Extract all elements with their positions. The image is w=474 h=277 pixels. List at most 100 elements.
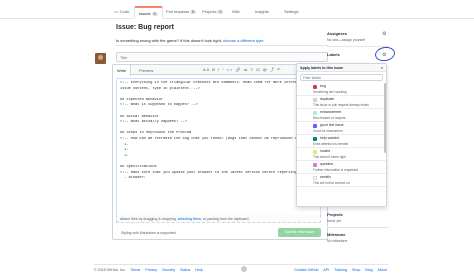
tab-projects-label: Projects [202,9,217,14]
footer-link-contact[interactable]: Contact GitHub [294,268,319,272]
attach-files-bar[interactable]: Attach files by dragging & dropping, sel… [116,215,321,223]
footer-link-training[interactable]: Training [334,268,347,272]
select-files-link[interactable]: selecting them [178,217,201,221]
label-color-swatch [313,150,317,154]
choose-type-link[interactable]: choose a different type. [223,38,265,43]
body-text-line: <!-- Everything in the triangular bracke… [120,81,317,85]
labels-menu-title: Apply labels to this issue [300,66,344,70]
sidebar-divider [327,227,389,228]
label-option[interactable]: good first issue Good for newcomers [297,122,386,135]
title-input[interactable]: Title [116,52,328,62]
filter-labels-input[interactable]: Filter labels [300,74,383,81]
footer-divider [94,264,388,265]
body-text-line: <!-- Make sure that you update your brow… [120,170,308,175]
body-text-line: <!-- How can we recreate the bug that yo… [120,136,317,141]
footer-link-about[interactable]: About [377,268,386,272]
repo-tabs: <> Code Issues 0 Pull requests 0 Projects 0… [0,6,474,19]
footer-link-blog[interactable]: Blog [365,268,372,272]
labels-list: bug Something isn't working duplicate This … [297,83,386,206]
copyright: © 2018 GitHub, Inc. [94,268,126,272]
label-option[interactable]: question Further information is requested [297,161,386,174]
sidebar-divider [327,46,389,47]
avatar [95,53,106,64]
label-option[interactable]: invalid This doesn't seem right [297,148,386,161]
label-description: Good for newcomers [313,129,343,133]
tab-write[interactable]: Write [113,65,132,76]
attach-text-suffix: , or pasting from the clipboard. [200,217,250,221]
label-name: enhancement [320,110,342,114]
label-option[interactable]: enhancement New feature or request [297,109,386,122]
tab-insights[interactable]: Insights [255,9,269,14]
tab-issues-label: Issues [139,11,151,16]
projects-value: None yet [327,219,342,223]
tab-projects-count: 0 [217,10,224,14]
footer-right: Contact GitHub API Training Shop Blog Ab… [294,268,391,272]
tab-pull-requests-label: Pull requests [166,9,190,14]
editor-tabs: Write Preview AA B I “ <> 🔗 ≔ ≡ ☑ @ ⤴ ↶ [113,65,327,76]
footer-link-security[interactable]: Security [162,268,175,272]
label-option[interactable]: wontfix This will not be worked on [297,174,386,187]
tab-preview[interactable]: Preview [135,65,157,75]
subtitle-text: Is something wrong with the game? If thi… [116,38,222,43]
close-icon[interactable]: × [381,65,383,70]
milestone-value: No milestone [327,239,348,243]
label-color-swatch [313,124,317,128]
labels-scrollbar[interactable] [384,83,386,153]
tab-projects[interactable]: Projects 0 [202,9,224,14]
tab-issues-count: 0 [151,12,158,16]
issue-template-subtitle: Is something wrong with the game? If thi… [116,38,265,43]
attach-text: Attach files by dragging & dropping, [120,217,177,221]
label-description: Something isn't working [313,90,347,94]
label-description: This will not be worked on [313,181,350,185]
submit-new-issue-button[interactable]: Submit new issue [278,228,321,237]
tab-pull-requests[interactable]: Pull requests 0 [166,9,197,14]
footer-link-terms[interactable]: Terms [131,268,141,272]
assignees-value[interactable]: No one—assign yourself [327,38,365,42]
labels-select-menu: Apply labels to this issue × Filter labe… [296,63,387,207]
body-text-line: - Browser: [120,176,146,181]
markdown-supported-note[interactable]: Styling with Markdown is supported [121,231,176,235]
label-option[interactable]: duplicate This issue or pull request alre… [297,96,386,109]
label-description: This issue or pull request already exist… [313,103,369,107]
label-name: bug [320,84,326,88]
label-description: New feature or request [313,116,346,120]
footer-link-status[interactable]: Status [180,268,190,272]
highlight-circle-annotation [373,45,397,63]
page-title: Issue: Bug report [116,24,174,31]
label-color-swatch [313,85,317,89]
label-name: help wanted [320,136,339,140]
label-color-swatch [313,98,317,102]
divider [116,45,328,46]
footer-link-api[interactable]: API [323,268,329,272]
label-color-swatch [313,137,317,141]
footer-link-help[interactable]: Help [195,268,202,272]
tab-settings[interactable]: Settings [284,9,298,14]
footer-link-privacy[interactable]: Privacy [145,268,157,272]
label-option[interactable]: help wanted Extra attention is needed [297,135,386,148]
assignees-heading[interactable]: Assignees [327,31,347,36]
label-description: Further information is requested [313,168,359,172]
tab-issues[interactable]: Issues 0 [134,6,163,19]
label-description: This doesn't seem right [313,155,346,159]
tab-code[interactable]: <> Code [114,9,129,14]
footer-link-shop[interactable]: Shop [352,268,360,272]
milestone-heading[interactable]: Milestone [327,232,345,237]
assignees-gear-icon[interactable]: ⚙ [382,31,386,37]
issue-body-textarea[interactable]: <!-- Everything in the triangular bracke… [116,78,321,216]
label-description: Extra attention is needed [313,142,349,146]
label-name: duplicate [320,97,335,101]
label-color-swatch [313,163,317,167]
footer-left: © 2018 GitHub, Inc. Terms Privacy Securi… [94,268,207,272]
github-logo-icon[interactable] [241,266,247,272]
label-name: good first issue [320,123,344,127]
label-color-swatch [313,176,317,180]
projects-heading[interactable]: Projects [327,212,343,217]
label-name: invalid [320,149,330,153]
label-option[interactable]: bug Something isn't working [297,83,386,96]
label-name: wontfix [320,175,331,179]
labels-menu-header: Apply labels to this issue × [297,64,386,72]
tab-wiki[interactable]: Wiki [232,9,240,14]
labels-heading[interactable]: Labels [327,52,340,57]
label-color-swatch [313,111,317,115]
tab-pull-requests-count: 0 [190,10,197,14]
